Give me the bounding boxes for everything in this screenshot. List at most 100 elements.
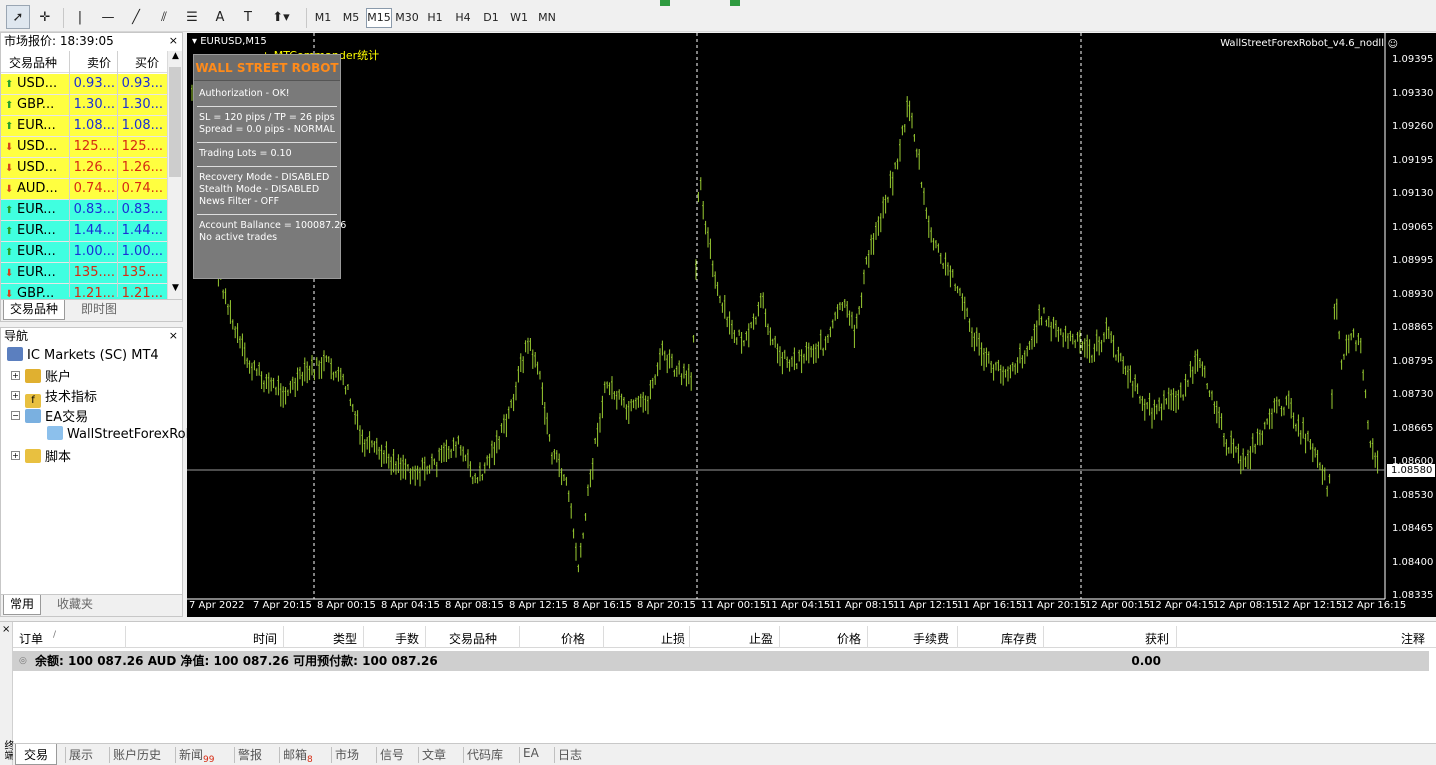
arrow-down-icon: ⬇ (5, 163, 14, 174)
nav-root[interactable]: IC Markets (SC) MT4 (7, 347, 159, 363)
cursor-icon[interactable]: ➚ (6, 5, 30, 29)
tab-symbols[interactable]: 交易品种 (3, 300, 66, 320)
tab-3[interactable]: 新闻99 (179, 746, 214, 765)
tab-common[interactable]: 常用 (3, 595, 42, 615)
market-watch-row[interactable]: ⬆ EUR... 0.83... 0.83... (1, 200, 167, 221)
arrows-dropdown-icon[interactable]: ⬆▾ (264, 5, 298, 29)
trendline-icon[interactable]: ╱ (124, 5, 148, 29)
ask-cell: 0.74... (121, 181, 163, 196)
toolbar: ➚ ✛ | — ╱ ⫽ ☰ A T ⬆▾ M1 M5 M15 M30 H1 H4 D1 W1 M… (0, 0, 1436, 32)
column-header[interactable]: 获利 (1145, 630, 1169, 647)
timeframe-m1[interactable]: M1 (310, 8, 336, 28)
navigator-panel: 导航 × IC Markets (SC) MT4 + 账户 + f 技术指标 − … (0, 327, 189, 617)
tab-label: 账户历史 (113, 748, 162, 762)
nav-item-indicators[interactable]: f 技术指标 (25, 386, 97, 408)
chart-canvas[interactable] (187, 33, 1436, 617)
market-watch-row[interactable]: ⬇ USD... 125.... 125.... (1, 137, 167, 158)
tab-label: 交易 (24, 748, 49, 762)
time-tick: 12 Apr 08:15 (1213, 600, 1279, 611)
price-tick: 1.08930 (1392, 288, 1434, 300)
column-header-ask[interactable]: 买价 (135, 54, 159, 71)
column-header[interactable]: 价格 (837, 630, 861, 647)
column-header[interactable]: 手数 (395, 630, 419, 647)
close-icon[interactable]: × (2, 624, 10, 635)
column-header[interactable]: 时间 (253, 630, 277, 647)
expert-icon (47, 426, 63, 440)
ask-cell: 1.30... (121, 97, 163, 112)
market-watch-row[interactable]: ⬆ USD... 0.93... 0.93... (1, 74, 167, 95)
nav-item-wallstreet-ea[interactable]: WallStreetForexRol (47, 426, 189, 442)
column-header[interactable]: 类型 (333, 630, 357, 647)
tab-6[interactable]: 市场 (335, 746, 359, 763)
scrollbar[interactable]: ▲ ▼ (167, 51, 182, 299)
crosshair-icon[interactable]: ✛ (33, 5, 57, 29)
market-watch-row[interactable]: ⬇ AUD... 0.74... 0.74... (1, 179, 167, 200)
tab-0[interactable]: 交易 (15, 744, 58, 765)
price-tick: 1.09395 (1392, 54, 1434, 65)
horizontal-line-icon[interactable]: — (96, 5, 120, 29)
column-header-symbol[interactable]: 交易品种 (9, 54, 57, 71)
timeframe-m30[interactable]: M30 (394, 8, 420, 28)
tab-1[interactable]: 展示 (69, 746, 93, 763)
balance-row[interactable]: ◎ 余额: 100 087.26 AUD 净值: 100 087.26 可用预付… (13, 651, 1429, 671)
symbol-cell: ⬆ USD... (5, 74, 69, 95)
market-watch-row[interactable]: ⬆ EUR... 1.44... 1.44... (1, 221, 167, 242)
timeframe-m5[interactable]: M5 (338, 8, 364, 28)
fibonacci-icon[interactable]: ☰ (180, 5, 204, 29)
timeframe-w1[interactable]: W1 (506, 8, 532, 28)
column-header[interactable]: 交易品种 (449, 630, 497, 647)
column-header[interactable]: 止损 (661, 630, 685, 647)
timeframe-h1[interactable]: H1 (422, 8, 448, 28)
market-watch-row[interactable]: ⬇ USD... 1.26... 1.26... (1, 158, 167, 179)
symbol-text: EUR... (17, 244, 56, 259)
tab-11[interactable]: 日志 (558, 746, 582, 763)
tab-7[interactable]: 信号 (380, 746, 404, 763)
ea-line: Authorization - OK! (199, 88, 290, 99)
symbol-text: EUR... (17, 223, 56, 238)
timeframe-m15[interactable]: M15 (366, 8, 392, 28)
column-header-bid[interactable]: 卖价 (87, 54, 111, 71)
tab-favorites[interactable]: 收藏夹 (51, 595, 99, 615)
tab-tick-chart[interactable]: 即时图 (75, 300, 123, 320)
bid-cell: 1.08... (73, 118, 115, 133)
timeframe-h4[interactable]: H4 (450, 8, 476, 28)
column-header[interactable]: 价格 (561, 630, 585, 647)
ea-line: Account Ballance = 100087.26 (199, 220, 347, 231)
tab-2[interactable]: 账户历史 (113, 746, 161, 763)
column-header[interactable]: 止盈 (749, 630, 773, 647)
column-header[interactable]: 订单 (19, 630, 43, 647)
column-header[interactable]: 注释 (1401, 630, 1425, 647)
text-icon[interactable]: A (208, 5, 232, 29)
nav-item-expert-advisors[interactable]: EA交易 (25, 406, 88, 425)
close-icon[interactable]: × (169, 33, 178, 49)
price-tick: 1.09330 (1392, 87, 1434, 99)
ask-cell: 135.... (121, 265, 163, 280)
nav-item-accounts[interactable]: 账户 (25, 366, 71, 385)
tab-4[interactable]: 警报 (238, 746, 262, 763)
ask-cell: 1.44... (121, 223, 163, 238)
column-header[interactable]: 库存费 (1001, 630, 1037, 647)
column-header[interactable]: / (53, 630, 56, 640)
timeframe-d1[interactable]: D1 (478, 8, 504, 28)
market-watch-row[interactable]: ⬆ EUR... 1.08... 1.08... (1, 116, 167, 137)
tab-9[interactable]: 代码库 (467, 746, 503, 763)
tab-8[interactable]: 文章 (422, 746, 446, 763)
vertical-line-icon[interactable]: | (68, 5, 92, 29)
tab-5[interactable]: 邮箱8 (283, 746, 313, 765)
symbol-text: USD... (17, 139, 58, 154)
column-header[interactable]: 手续费 (913, 630, 949, 647)
price-tick: 1.08995 (1392, 255, 1434, 266)
timeframe-mn[interactable]: MN (534, 8, 560, 28)
label-icon[interactable]: T (236, 5, 260, 29)
market-watch-row[interactable]: ⬆ GBP... 1.30... 1.30... (1, 95, 167, 116)
channel-icon[interactable]: ⫽ (152, 5, 176, 29)
nav-item-scripts[interactable]: 脚本 (25, 446, 71, 465)
close-icon[interactable]: × (169, 328, 178, 344)
market-watch-row[interactable]: ⬇ EUR... 135.... 135.... (1, 263, 167, 284)
tab-10[interactable]: EA (523, 746, 539, 760)
smiley-icon[interactable]: ☺ (1388, 39, 1398, 50)
symbol-cell: ⬆ EUR... (5, 242, 69, 263)
market-watch-row[interactable]: ⬆ EUR... 1.00... 1.00... (1, 242, 167, 263)
price-chart[interactable]: ▾ EURUSD,M15 WallStreetForexRobot_v4.6_n… (187, 33, 1436, 617)
price-tick: 1.09130 (1392, 188, 1434, 199)
